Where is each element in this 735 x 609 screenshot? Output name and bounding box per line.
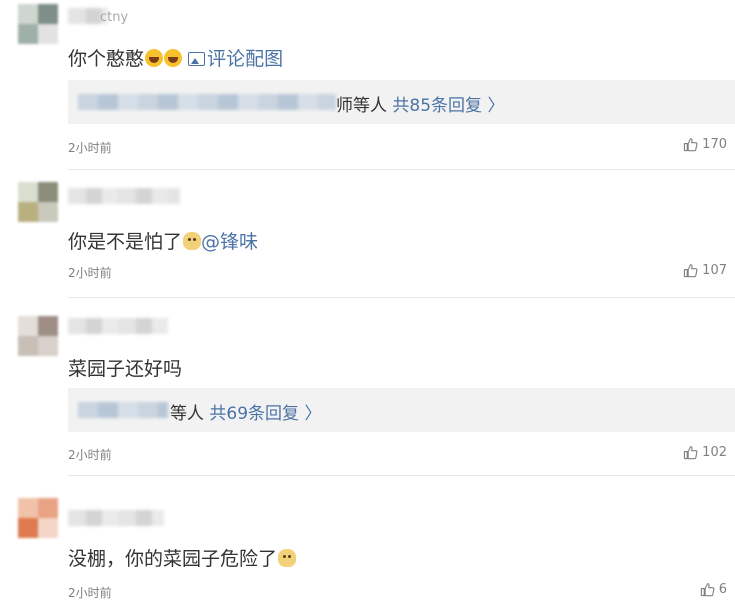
thumbs-up-icon xyxy=(683,445,698,460)
like-button[interactable]: 6 xyxy=(700,582,727,597)
reply-summary[interactable]: 等人 共69条回复 〉 xyxy=(68,388,735,432)
reply-summary[interactable]: 师等人 共85条回复 〉 xyxy=(68,80,735,124)
comment-item: 没棚，你的菜园子危险了 2小时前 6 xyxy=(0,476,735,609)
laughing-emoji-icon xyxy=(145,49,164,67)
reply-names-blurred xyxy=(78,402,168,418)
avatar[interactable] xyxy=(18,182,58,222)
comment-item: 菜园子还好吗 等人 共69条回复 〉 2小时前 102 xyxy=(0,298,735,476)
username-partial[interactable]: ctny xyxy=(100,10,128,25)
comment-text: 你个憨憨 评论配图 xyxy=(68,44,283,71)
comment-text-content: 没棚，你的菜园子危险了 xyxy=(68,548,278,570)
comment-item: ctny 你个憨憨 评论配图 师等人 共85条回复 〉 2小时前 170 xyxy=(0,0,735,170)
like-count: 170 xyxy=(702,137,727,152)
comment-text-content: 你个憨憨 xyxy=(68,48,145,70)
picture-link[interactable]: 评论配图 xyxy=(188,48,283,70)
comment-time: 2小时前 xyxy=(68,266,112,280)
like-button[interactable]: 107 xyxy=(683,263,727,278)
picture-link-label: 评论配图 xyxy=(207,48,284,70)
doge-emoji-icon xyxy=(183,232,202,250)
doge-emoji-icon xyxy=(278,549,297,567)
username-blurred[interactable] xyxy=(68,318,168,334)
comment-text: 菜园子还好吗 xyxy=(68,354,182,381)
reply-names-suffix: 师等人 xyxy=(336,96,387,116)
reply-summary-text: 等人 共69条回复 〉 xyxy=(170,399,321,424)
like-count: 102 xyxy=(702,445,727,460)
reply-summary-text: 师等人 共85条回复 〉 xyxy=(336,91,504,116)
reply-count-link[interactable]: 共85条回复 〉 xyxy=(392,96,504,116)
like-button[interactable]: 170 xyxy=(683,137,727,152)
thumbs-up-icon xyxy=(700,582,715,597)
avatar[interactable] xyxy=(18,4,58,44)
comment-time: 2小时前 xyxy=(68,448,112,462)
mention-link[interactable]: @锋味 xyxy=(201,231,258,253)
comment-text: 你是不是怕了 @锋味 xyxy=(68,227,258,254)
comment-time: 2小时前 xyxy=(68,586,112,600)
like-count: 107 xyxy=(702,263,727,278)
comment-text-content: 菜园子还好吗 xyxy=(68,358,183,380)
reply-count-link[interactable]: 共69条回复 〉 xyxy=(209,404,321,424)
username-blurred[interactable] xyxy=(68,188,180,204)
comment-item: 你是不是怕了 @锋味 2小时前 107 xyxy=(0,170,735,298)
avatar[interactable] xyxy=(18,498,58,538)
avatar[interactable] xyxy=(18,316,58,356)
comment-text: 没棚，你的菜园子危险了 xyxy=(68,544,297,571)
image-icon xyxy=(188,52,206,66)
comment-time: 2小时前 xyxy=(68,141,112,155)
reply-names-blurred xyxy=(78,94,336,110)
like-button[interactable]: 102 xyxy=(683,445,727,460)
reply-names-suffix: 等人 xyxy=(170,404,204,424)
thumbs-up-icon xyxy=(683,263,698,278)
laughing-emoji-icon xyxy=(164,49,183,67)
username-blurred[interactable] xyxy=(68,510,164,526)
like-count: 6 xyxy=(718,582,727,597)
comment-text-content: 你是不是怕了 xyxy=(68,231,183,253)
thumbs-up-icon xyxy=(683,137,698,152)
